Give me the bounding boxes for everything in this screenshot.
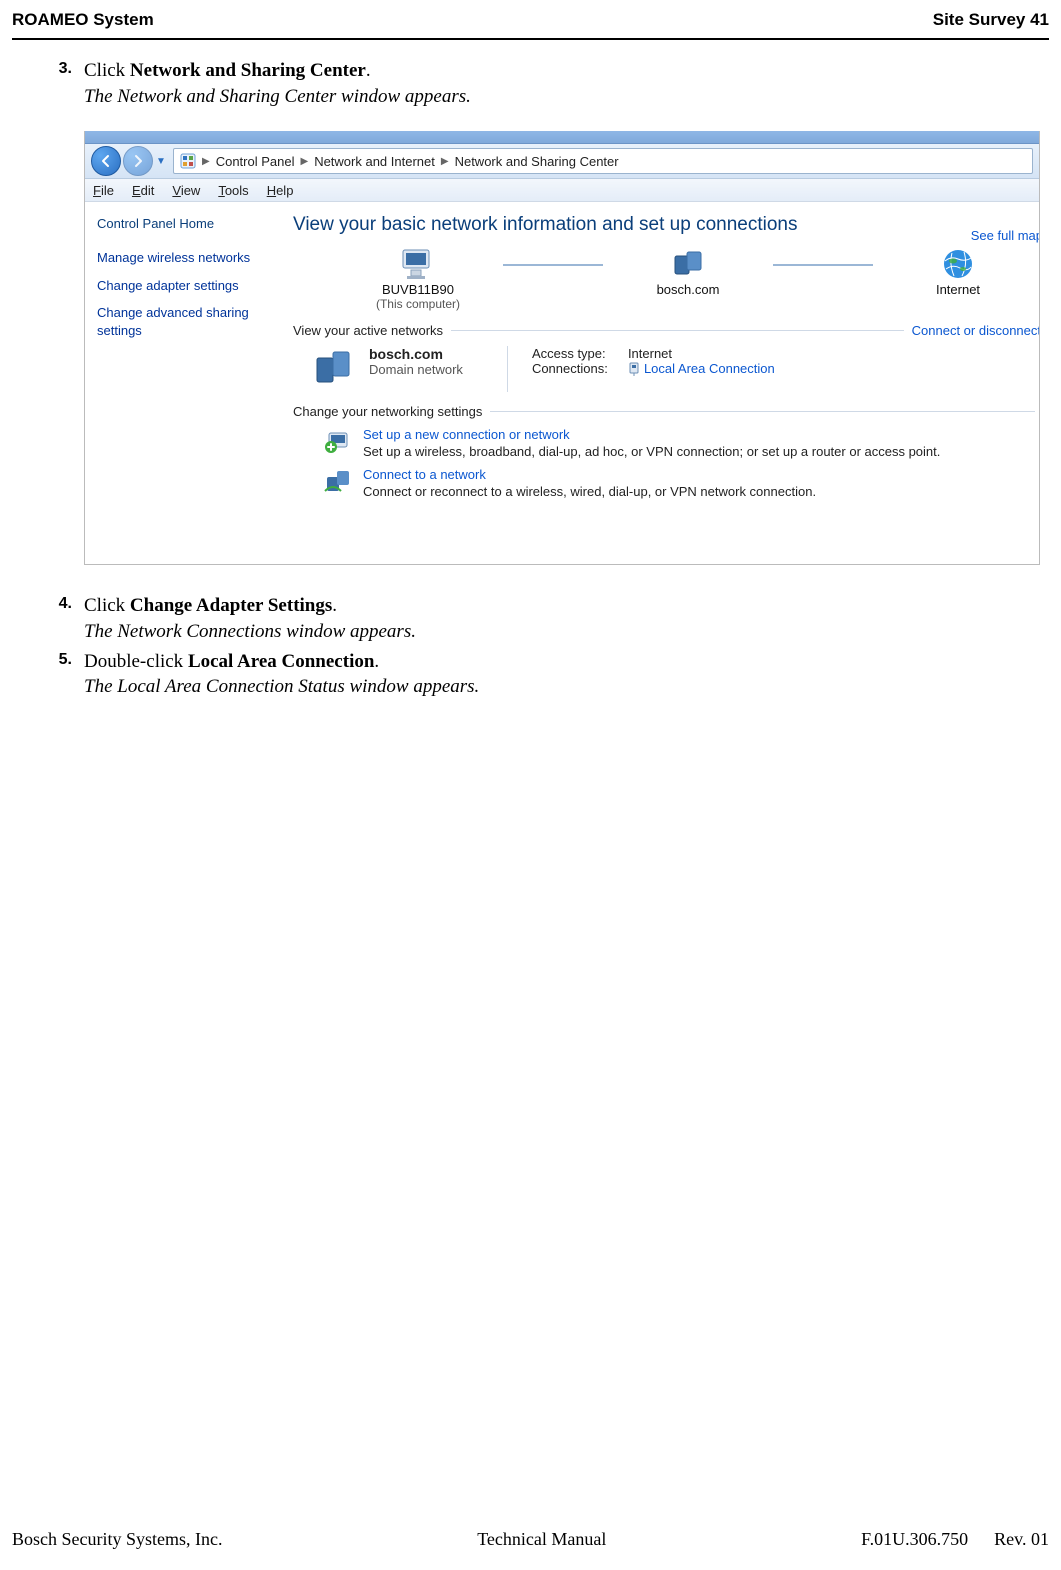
step-text-pre: Click xyxy=(84,595,130,616)
settings-item-desc: Connect or reconnect to a wireless, wire… xyxy=(363,484,816,499)
breadcrumb-item[interactable]: Control Panel xyxy=(216,154,295,169)
step-text-bold: Network and Sharing Center xyxy=(130,60,366,81)
network-icon xyxy=(603,246,773,282)
menu-bar: File Edit View Tools Help xyxy=(85,179,1039,202)
menu-tools[interactable]: Tools xyxy=(218,183,248,198)
doc-system: ROAMEO System xyxy=(12,10,154,30)
globe-icon xyxy=(873,246,1040,282)
doc-section: Site Survey 41 xyxy=(933,10,1049,30)
step-text-post: . xyxy=(332,595,337,616)
control-panel-home-link[interactable]: Control Panel Home xyxy=(97,216,273,231)
computer-icon xyxy=(333,246,503,282)
change-settings-header: Change your networking settings xyxy=(293,404,1040,419)
left-nav-pane: Control Panel Home Manage wireless netwo… xyxy=(85,202,285,565)
step-number: 3. xyxy=(36,58,84,78)
nav-bar: ▼ ▶ Control Panel ▶ Network and Internet… xyxy=(85,144,1039,179)
step-text-bold: Change Adapter Settings xyxy=(130,595,332,616)
control-panel-icon xyxy=(180,153,196,169)
chevron-right-icon: ▶ xyxy=(202,156,210,167)
step-result: The Local Area Connection Status window … xyxy=(84,676,479,697)
access-type-label: Access type: xyxy=(532,346,628,361)
settings-item-desc: Set up a wireless, broadband, dial-up, a… xyxy=(363,444,940,459)
connect-to-network-item[interactable]: Connect to a network Connect or reconnec… xyxy=(323,467,1040,499)
section-label: Change your networking settings xyxy=(293,404,482,419)
local-area-connection-link[interactable]: Local Area Connection xyxy=(628,361,775,376)
new-connection-icon xyxy=(323,427,351,455)
step-4: 4. Click Change Adapter Settings. The Ne… xyxy=(36,593,1025,644)
map-node-internet[interactable]: Internet xyxy=(873,246,1040,311)
window-titlebar xyxy=(85,131,1039,144)
chevron-right-icon: ▶ xyxy=(441,156,449,167)
menu-view[interactable]: View xyxy=(172,183,200,198)
nic-icon xyxy=(628,362,640,376)
footer-rev: Rev. 01 xyxy=(994,1529,1049,1550)
step-text-post: . xyxy=(374,651,379,672)
change-advanced-sharing-link[interactable]: Change advanced sharing settings xyxy=(97,304,273,339)
step-text-post: . xyxy=(366,60,371,81)
domain-network-icon xyxy=(313,346,355,388)
page-footer: Bosch Security Systems, Inc. Technical M… xyxy=(12,1529,1049,1550)
footer-company: Bosch Security Systems, Inc. xyxy=(12,1529,222,1550)
footer-docnum: F.01U.306.750 xyxy=(861,1529,968,1550)
settings-item-title: Set up a new connection or network xyxy=(363,427,940,442)
menu-file[interactable]: File xyxy=(93,183,114,198)
step-text-pre: Click xyxy=(84,60,130,81)
menu-edit[interactable]: Edit xyxy=(132,183,154,198)
settings-item-title: Connect to a network xyxy=(363,467,816,482)
step-text-bold: Local Area Connection xyxy=(188,651,374,672)
chevron-right-icon: ▶ xyxy=(300,156,308,167)
network-name[interactable]: bosch.com xyxy=(369,346,463,362)
section-label: View your active networks xyxy=(293,323,443,338)
map-node-label: Internet xyxy=(873,282,1040,297)
pane-heading: View your basic network information and … xyxy=(293,214,1040,236)
connect-disconnect-link[interactable]: Connect or disconnect xyxy=(912,323,1040,338)
map-connector xyxy=(773,264,873,266)
step-5: 5. Double-click Local Area Connection. T… xyxy=(36,649,1025,700)
connect-network-icon xyxy=(323,467,351,495)
history-dropdown[interactable]: ▼ xyxy=(155,148,167,174)
screenshot-network-sharing-center: ▼ ▶ Control Panel ▶ Network and Internet… xyxy=(84,131,1040,565)
header-rule xyxy=(12,38,1049,40)
network-map: BUVB11B90 (This computer) bosch.com xyxy=(333,246,1040,311)
right-content-pane: View your basic network information and … xyxy=(285,202,1040,565)
connections-label: Connections: xyxy=(532,361,628,376)
map-node-label: BUVB11B90 xyxy=(333,282,503,297)
vertical-divider xyxy=(507,346,508,392)
change-adapter-settings-link[interactable]: Change adapter settings xyxy=(97,277,273,295)
menu-help[interactable]: Help xyxy=(267,183,294,198)
network-type: Domain network xyxy=(369,362,463,377)
step-result: The Network Connections window appears. xyxy=(84,621,416,642)
address-bar[interactable]: ▶ Control Panel ▶ Network and Internet ▶… xyxy=(173,148,1033,174)
map-node-computer[interactable]: BUVB11B90 (This computer) xyxy=(333,246,503,311)
see-full-map-link[interactable]: See full map xyxy=(971,228,1040,243)
forward-button[interactable] xyxy=(123,146,153,176)
breadcrumb-item[interactable]: Network and Internet xyxy=(314,154,435,169)
step-3: 3. Click Network and Sharing Center. The… xyxy=(36,58,1025,109)
access-type-value: Internet xyxy=(628,346,672,361)
map-connector xyxy=(503,264,603,266)
map-node-label: bosch.com xyxy=(603,282,773,297)
active-network-row: bosch.com Domain network Access type: In… xyxy=(313,346,1040,392)
back-button[interactable] xyxy=(91,146,121,176)
map-node-sublabel: (This computer) xyxy=(333,297,503,311)
step-result: The Network and Sharing Center window ap… xyxy=(84,86,471,107)
connection-name: Local Area Connection xyxy=(644,361,775,376)
active-networks-header: View your active networks Connect or dis… xyxy=(293,323,1040,338)
step-number: 5. xyxy=(36,649,84,669)
map-node-network[interactable]: bosch.com xyxy=(603,246,773,311)
breadcrumb-item[interactable]: Network and Sharing Center xyxy=(455,154,619,169)
setup-new-connection-item[interactable]: Set up a new connection or network Set u… xyxy=(323,427,1040,459)
step-text-pre: Double-click xyxy=(84,651,188,672)
footer-title: Technical Manual xyxy=(477,1529,606,1550)
manage-wireless-link[interactable]: Manage wireless networks xyxy=(97,249,273,267)
step-number: 4. xyxy=(36,593,84,613)
